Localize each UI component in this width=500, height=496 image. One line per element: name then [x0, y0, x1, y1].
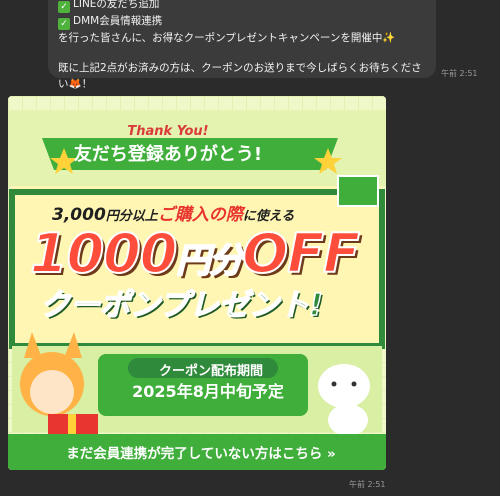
check-icon: ✓: [58, 18, 70, 30]
check-icon: ✓: [58, 1, 70, 13]
banner-timestamp: 午前 2:51: [349, 480, 386, 489]
banner-title: 友だち登録ありがとう!: [73, 144, 263, 165]
chat-message-bubble: ✓ LINEの友だち追加 ✓ DMM会員情報連携 を行った皆さんに、お得なクーポンプ…: [48, 0, 436, 90]
period-label: クーポン配布期間: [158, 364, 263, 379]
period-value: 2025年8月中旬予定: [132, 382, 284, 401]
message-item-dmm-link: ✓ DMM会員情報連携: [58, 13, 426, 30]
thanks-label: Thank You!: [127, 124, 209, 139]
message-item-line-friend: ✓ LINEの友だち追加: [58, 0, 426, 13]
discount-headline: 1000円分OFF: [29, 221, 361, 286]
coupon-banner-image[interactable]: Thank You! 友だち登録ありがとう! 3,000円分以上ご購入の際に使え…: [8, 96, 386, 470]
present-headline: クーポンプレゼント!: [39, 287, 323, 324]
cta-link[interactable]: まだ会員連携が完了していない方はこちら »: [16, 442, 386, 462]
message-line-campaign: を行った皆さんに、お得なクーポンプレゼントキャンペーンを開催中✨: [58, 32, 396, 44]
message-timestamp: 午前 2:51: [441, 69, 478, 78]
message-line-wait: 既に上記2点がお済みの方は、クーポンのお送りまで今しばらくお待ちください🦊！: [58, 62, 422, 90]
